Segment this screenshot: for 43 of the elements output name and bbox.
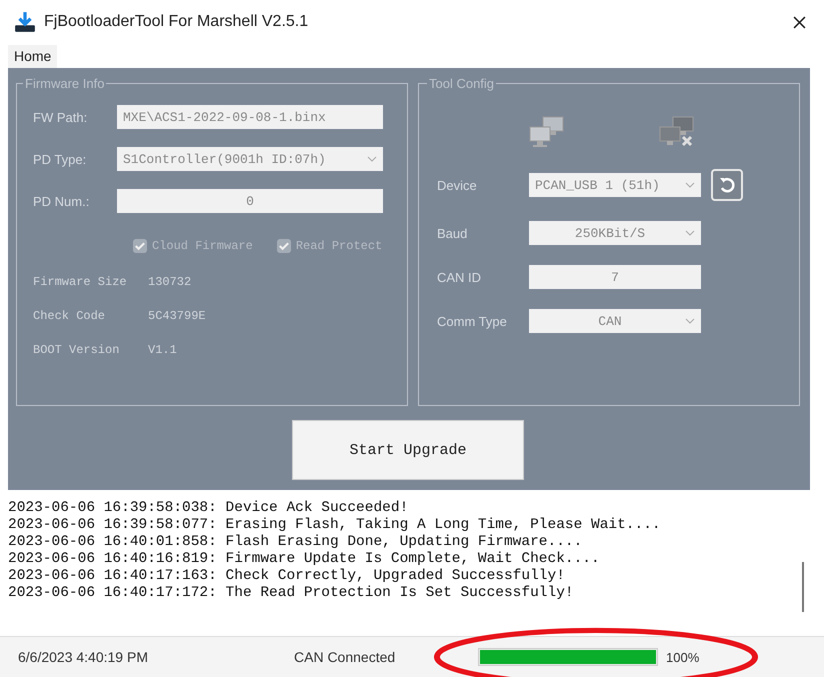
log-line: 2023-06-06 16:40:01:858: Flash Erasing Done, Updating Firmware....: [8, 534, 584, 551]
menu-tab[interactable]: Home: [8, 44, 58, 68]
scrollbar-thumb[interactable]: [802, 562, 804, 612]
dropdown[interactable]: 250KBit/S: [529, 221, 701, 246]
refresh-icon: [717, 175, 737, 196]
field-label: PD Num.:: [33, 194, 90, 209]
chevron-icon: [685, 318, 695, 324]
refresh-button[interactable]: [711, 169, 743, 202]
field-label: Device: [437, 178, 478, 193]
log-line: 2023-06-06 16:39:58:038: Device Ack Succeeded!: [8, 500, 410, 517]
close-icon[interactable]: [793, 16, 806, 29]
input-field[interactable]: 0: [117, 189, 383, 214]
chevron-icon: [685, 182, 695, 188]
group-title: Tool Config: [428, 76, 496, 92]
chevron-icon: [367, 156, 377, 162]
log-line: 2023-06-06 16:39:58:077: Erasing Flash, Taking A Long Time, Please Wait....: [8, 516, 662, 534]
info-label: BOOT Version: [33, 343, 120, 358]
input-field[interactable]: 7: [529, 265, 701, 290]
window-title: FjBootloaderTool For Marshell V2.5.1: [44, 13, 310, 32]
progress-reading: 100%: [666, 650, 700, 665]
info-value: 5C43799E: [148, 309, 206, 324]
field-label: Comm Type: [437, 314, 508, 329]
field-label: PD Type:: [33, 152, 88, 167]
dropdown[interactable]: PCAN_USB 1 (51h): [529, 173, 701, 198]
field-label: FW Path:: [33, 110, 88, 125]
info-label: Firmware Size: [33, 275, 128, 290]
group-title: Firmware Info: [24, 76, 106, 92]
field-label: Baud: [437, 226, 468, 241]
start-upgrade-button[interactable]: Start Upgrade: [292, 420, 524, 480]
status-datetime: 6/6/2023 4:40:19 PM: [18, 649, 149, 666]
download-icon: [14, 11, 36, 34]
chevron-icon: [685, 230, 695, 236]
log-line: 2023-06-06 16:40:17:172: The Read Protection Is Set Successfully!: [8, 584, 575, 602]
dropdown[interactable]: CAN: [529, 309, 701, 334]
log-line: 2023-06-06 16:40:16:819: Firmware Update Is Complete, Wait Check....: [8, 550, 601, 568]
dropdown[interactable]: S1Controller(9001h ID:07h): [117, 147, 383, 172]
info-value: V1.1: [148, 343, 177, 358]
input-field[interactable]: MXE\ACS1-2022-09-08-1.binx: [117, 105, 383, 130]
info-value: 130732: [148, 275, 192, 290]
log-line: 2023-06-06 16:40:17:163: Check Correctly, Upgraded Successfully!: [8, 568, 566, 585]
connection-status: CAN Connected: [294, 649, 396, 666]
field-label: CAN ID: [437, 270, 482, 285]
info-label: Check Code: [33, 309, 106, 324]
